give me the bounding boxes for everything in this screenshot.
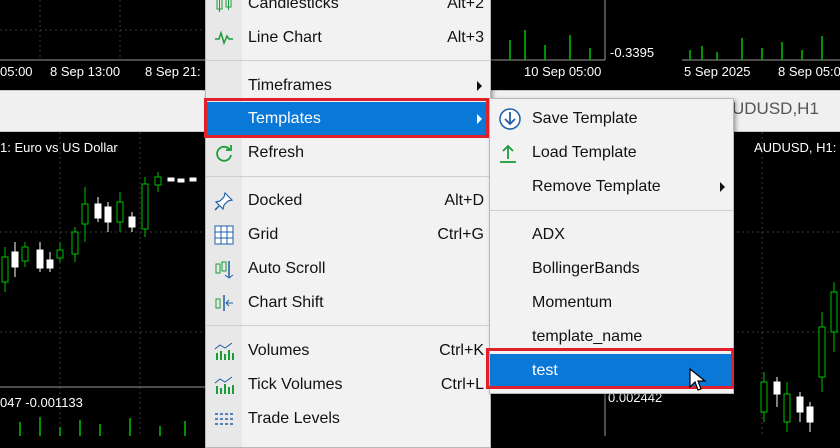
menu-item-save-template[interactable]: Save Template: [490, 102, 733, 136]
menu-separator: [206, 176, 490, 177]
menu-item-candlesticks[interactable]: Candlesticks Alt+2: [206, 0, 490, 21]
menu-item-label: Refresh: [248, 144, 305, 161]
chart-top-left[interactable]: 05:00 8 Sep 13:00 8 Sep 21:: [0, 0, 205, 90]
chart-title: 1: Euro vs US Dollar: [0, 140, 118, 155]
menu-item-trade-levels[interactable]: Trade Levels: [206, 402, 490, 436]
menu-item-label: Volumes: [248, 342, 310, 359]
menu-shortcut: Alt+2: [447, 0, 484, 12]
menu-item-volumes[interactable]: Volumes Ctrl+K: [206, 334, 490, 368]
template-bollingerbands[interactable]: BollingerBands: [490, 252, 733, 286]
menu-item-label: Momentum: [532, 294, 613, 311]
menu-shortcut: Ctrl+G: [437, 226, 484, 243]
chart-shift-icon: [214, 293, 234, 313]
submenu-arrow-icon: [477, 81, 482, 91]
menu-item-tick-volumes[interactable]: Tick Volumes Ctrl+L: [206, 368, 490, 402]
trade-levels-icon: [214, 409, 234, 429]
grid-icon: [214, 225, 234, 245]
menu-item-label: BollingerBands: [532, 260, 640, 277]
chart-top-right[interactable]: 5 Sep 2025 8 Sep 05:00: [682, 0, 840, 90]
menu-item-load-template[interactable]: Load Template: [490, 136, 733, 170]
menu-item-label: Load Template: [532, 144, 637, 161]
save-template-icon: [498, 107, 522, 131]
menu-item-label: Save Template: [532, 110, 638, 127]
chart-top-mid[interactable]: -0.3395 10 Sep 05:00: [490, 0, 680, 90]
menu-item-label: template_name: [532, 328, 643, 345]
auto-scroll-icon: [214, 259, 234, 279]
menu-item-label: Grid: [248, 226, 279, 243]
tick-volumes-icon: [214, 375, 234, 395]
line-chart-icon: [214, 28, 234, 48]
menu-shortcut: Ctrl+K: [439, 342, 484, 359]
menu-item-docked[interactable]: Docked Alt+D: [206, 184, 490, 218]
menu-item-label: Line Chart: [248, 29, 322, 46]
menu-item-auto-scroll[interactable]: Auto Scroll: [206, 252, 490, 286]
x-axis-label: 8 Sep 13:00: [50, 64, 121, 79]
menu-item-label: Tick Volumes: [248, 376, 343, 393]
menu-item-grid[interactable]: Grid Ctrl+G: [206, 218, 490, 252]
chart-title: AUDUSD, H1:: [754, 140, 837, 155]
menu-item-chart-shift[interactable]: Chart Shift: [206, 286, 490, 320]
menu-item-line-chart[interactable]: Line Chart Alt+3: [206, 21, 490, 55]
menu-item-label: Docked: [248, 192, 303, 209]
mouse-cursor-icon: [689, 367, 707, 391]
menu-item-remove-template[interactable]: Remove Template: [490, 170, 733, 204]
menu-item-label: Auto Scroll: [248, 260, 326, 277]
menu-item-refresh[interactable]: Refresh: [206, 136, 490, 170]
menu-item-label: Trade Levels: [248, 410, 340, 427]
x-axis-label: 8 Sep 05:00: [778, 64, 840, 79]
menu-shortcut: Ctrl+L: [440, 376, 484, 393]
candlestick-icon: [214, 0, 234, 14]
chart-eurusd[interactable]: 1: Euro vs US Dollar 047 -0.001133: [0, 132, 205, 436]
menu-item-label: Remove Template: [532, 178, 661, 195]
menu-separator: [206, 325, 490, 326]
volumes-icon: [214, 341, 234, 361]
menu-shortcut: Alt+3: [447, 29, 484, 46]
annotation-box-templates: [204, 98, 489, 138]
menu-item-label: Timeframes: [248, 77, 332, 94]
menu-shortcut: Alt+D: [444, 192, 484, 209]
value-label: 047 -0.001133: [0, 395, 83, 410]
menu-item-label: ADX: [532, 226, 565, 243]
x-axis-label: 05:00: [0, 64, 33, 79]
refresh-icon: [214, 143, 234, 163]
value-label: -0.3395: [610, 45, 655, 60]
menu-item-label: Candlesticks: [248, 0, 339, 12]
x-axis-label: 5 Sep 2025: [684, 64, 751, 79]
submenu-arrow-icon: [720, 182, 725, 192]
menu-item-label: Chart Shift: [248, 294, 324, 311]
pin-icon: [214, 191, 234, 211]
x-axis-label: 8 Sep 21:: [145, 64, 201, 79]
menu-separator: [490, 210, 733, 211]
x-axis-label: 10 Sep 05:00: [524, 64, 602, 79]
load-template-icon: [498, 143, 518, 163]
template-adx[interactable]: ADX: [490, 218, 733, 252]
window-title: UDUSD,H1: [732, 99, 819, 118]
template-momentum[interactable]: Momentum: [490, 286, 733, 320]
menu-separator: [206, 60, 490, 61]
chart-context-menu: Candlesticks Alt+2 Line Chart Alt+3 Time…: [205, 0, 491, 448]
